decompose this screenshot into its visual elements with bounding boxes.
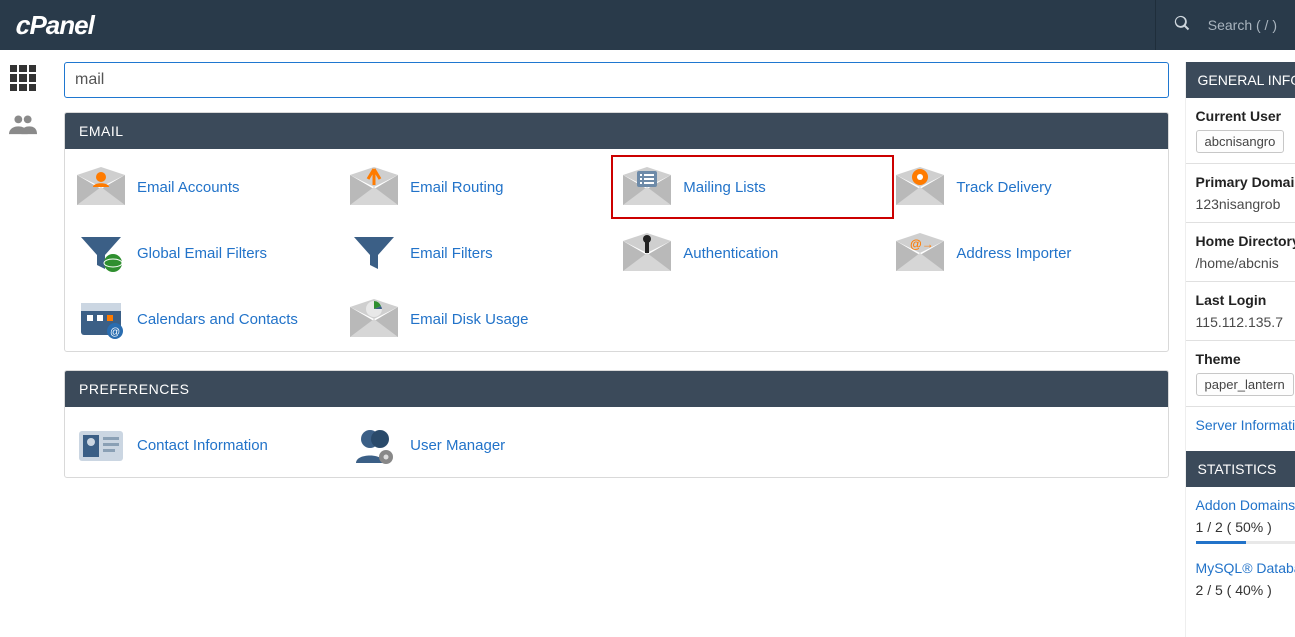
cal-contacts-icon: @ (77, 299, 125, 339)
authentication-icon (623, 233, 671, 273)
feature-mailing-lists[interactable]: Mailing Lists (611, 155, 894, 219)
home-directory-label: Home Directory (1196, 233, 1295, 249)
authentication-label: Authentication (683, 245, 778, 262)
main: EMAIL Email Accounts Email Routing Mailing … (46, 50, 1295, 637)
global-filters-icon (77, 233, 125, 273)
stat-addon-domains-value: 1 / 2 ( 50% ) (1186, 519, 1295, 541)
contact-info-label: Contact Information (137, 437, 268, 454)
current-user-value[interactable]: abcnisangro (1196, 130, 1285, 153)
feature-search-input[interactable] (64, 62, 1169, 98)
primary-domain-label: Primary Domain (1196, 174, 1295, 190)
svg-text:@→: @→ (910, 237, 934, 251)
cpanel-logo: cPanel (16, 10, 94, 41)
user-manager-label: User Manager (410, 437, 505, 454)
feature-email-routing[interactable]: Email Routing (348, 163, 611, 211)
section-preferences: PREFERENCES Contact Information User Manag… (64, 370, 1169, 478)
svg-text:@: @ (110, 327, 120, 338)
stat-addon-domains-bar (1196, 541, 1295, 544)
email-accounts-label: Email Accounts (137, 179, 240, 196)
email-routing-label: Email Routing (410, 179, 503, 196)
server-info-link[interactable]: Server Information (1186, 407, 1295, 439)
primary-domain-value: 123nisangrob (1196, 196, 1295, 212)
global-filters-label: Global Email Filters (137, 245, 267, 262)
feature-global-filters[interactable]: Global Email Filters (75, 229, 338, 277)
theme-value[interactable]: paper_lantern (1196, 373, 1294, 396)
email-routing-icon (350, 167, 398, 207)
address-importer-label: Address Importer (956, 245, 1071, 262)
mailing-lists-label: Mailing Lists (683, 179, 766, 196)
feature-user-manager[interactable]: User Manager (348, 421, 611, 469)
section-email: EMAIL Email Accounts Email Routing Mailing … (64, 112, 1169, 352)
email-filters-label: Email Filters (410, 245, 493, 262)
general-info-header: GENERAL INFORMATION (1186, 62, 1295, 98)
section-header-email[interactable]: EMAIL (65, 113, 1168, 149)
global-search-placeholder: Search ( / ) (1208, 17, 1277, 33)
sidebar: GENERAL INFORMATION Current User abcnisa… (1185, 62, 1295, 637)
home-directory-value: /home/abcnis (1196, 255, 1295, 271)
cal-contacts-label: Calendars and Contacts (137, 311, 298, 328)
track-delivery-label: Track Delivery (956, 179, 1051, 196)
feature-email-filters[interactable]: Email Filters (348, 229, 611, 277)
feature-contact-info[interactable]: Contact Information (75, 421, 338, 469)
feature-email-disk[interactable]: Email Disk Usage (348, 295, 611, 343)
statistics-header: STATISTICS (1186, 451, 1295, 487)
stat-mysql-value: 2 / 5 ( 40% ) (1186, 582, 1295, 604)
contact-info-icon (77, 425, 125, 465)
topbar: cPanel Search ( / ) (0, 0, 1295, 50)
current-user-label: Current User (1196, 108, 1295, 124)
feature-track-delivery[interactable]: Track Delivery (894, 163, 1157, 211)
left-nav (0, 50, 46, 637)
feature-email-accounts[interactable]: Email Accounts (75, 163, 338, 211)
feature-cal-contacts[interactable]: @ Calendars and Contacts (75, 295, 338, 343)
last-login-label: Last Login (1196, 292, 1295, 308)
last-login-value: 115.112.135.7 (1196, 314, 1295, 330)
email-filters-icon (350, 233, 398, 273)
search-icon (1174, 15, 1190, 36)
email-disk-label: Email Disk Usage (410, 311, 528, 328)
global-search[interactable]: Search ( / ) (1155, 0, 1295, 50)
mailing-lists-icon (623, 167, 671, 207)
user-manager-icon (350, 425, 398, 465)
theme-label: Theme (1196, 351, 1295, 367)
stat-addon-domains-link[interactable]: Addon Domains (1186, 487, 1295, 519)
stat-mysql-link[interactable]: MySQL® Databases (1186, 550, 1295, 582)
address-importer-icon: @→ (896, 233, 944, 273)
email-accounts-icon (77, 167, 125, 207)
track-delivery-icon (896, 167, 944, 207)
feature-address-importer[interactable]: @→ Address Importer (894, 229, 1157, 277)
email-disk-icon (350, 299, 398, 339)
nav-users-icon[interactable] (9, 110, 37, 138)
nav-apps-icon[interactable] (9, 64, 37, 92)
section-header-preferences[interactable]: PREFERENCES (65, 371, 1168, 407)
feature-authentication[interactable]: Authentication (621, 229, 884, 277)
